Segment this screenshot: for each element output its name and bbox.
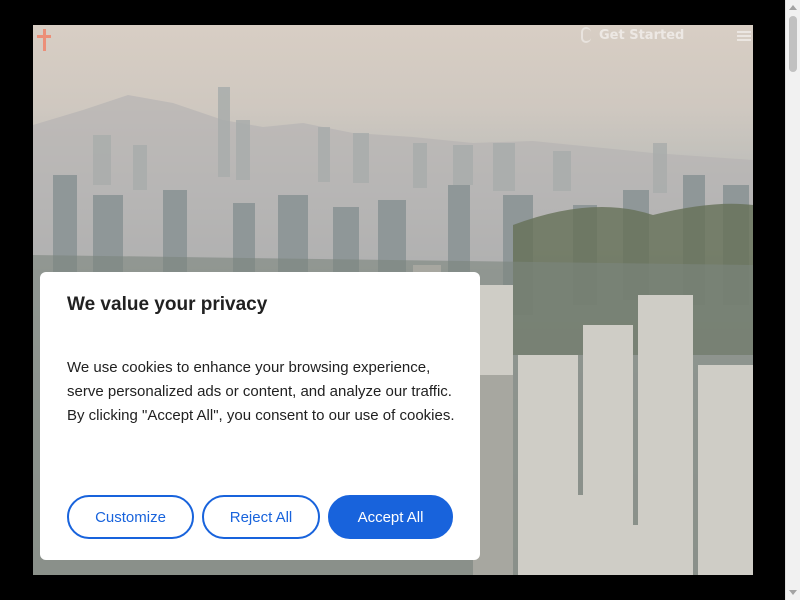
get-started-button[interactable]: Get Started — [581, 25, 684, 45]
scrollbar-thumb[interactable] — [789, 16, 797, 72]
chat-icon — [581, 27, 591, 43]
cookie-title: We value your privacy — [67, 294, 268, 315]
cookie-description: We use cookies to enhance your browsing … — [67, 359, 455, 424]
scroll-down-icon[interactable] — [789, 590, 797, 595]
scrollbar[interactable] — [785, 0, 800, 600]
accept-all-button[interactable]: Accept All — [328, 495, 453, 539]
reject-all-button[interactable]: Reject All — [202, 495, 320, 539]
get-started-label: Get Started — [599, 27, 685, 43]
customize-button[interactable]: Customize — [67, 495, 194, 539]
cookie-consent-dialog: We value your privacy We use cookies to … — [40, 272, 480, 560]
site-logo[interactable] — [37, 29, 51, 51]
menu-icon[interactable] — [737, 31, 751, 41]
scroll-up-icon[interactable] — [789, 5, 797, 10]
